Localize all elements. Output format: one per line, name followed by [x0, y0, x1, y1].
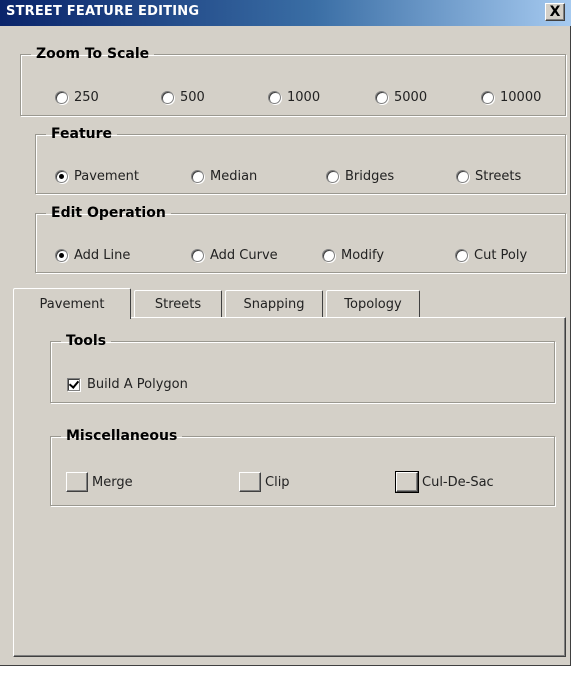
radio-indicator: [191, 170, 204, 183]
zoom-option-label: 5000: [394, 90, 428, 105]
window-title: STREET FEATURE EDITING: [6, 4, 200, 19]
zoom-option-250[interactable]: 250: [55, 90, 99, 105]
feature-option-label: Pavement: [74, 169, 139, 184]
title-bar[interactable]: STREET FEATURE EDITING X: [0, 0, 571, 26]
radio-indicator: [455, 249, 468, 262]
radio-indicator: [55, 249, 68, 262]
radio-indicator: [375, 91, 388, 104]
radio-indicator: [161, 91, 174, 104]
feature-group: Feature Pavement Median Bridges Streets: [35, 126, 566, 194]
miscellaneous-group: Miscellaneous Merge Clip Cul-De-Sac: [50, 428, 555, 506]
tools-legend: Tools: [66, 333, 107, 349]
edit-option-label: Modify: [341, 248, 385, 263]
tab-pavement[interactable]: Pavement: [13, 288, 131, 319]
zoom-option-500[interactable]: 500: [161, 90, 205, 105]
tab-label: Topology: [344, 296, 402, 312]
tools-group: Tools Build A Polygon: [50, 333, 555, 403]
close-button[interactable]: X: [545, 3, 565, 21]
zoom-to-scale-group: Zoom To Scale 250 500 1000 5000 10000: [20, 46, 566, 116]
feature-option-label: Bridges: [345, 169, 395, 184]
zoom-option-label: 500: [180, 90, 205, 105]
edit-option-label: Add Line: [74, 248, 131, 263]
tab-snapping[interactable]: Snapping: [225, 290, 323, 317]
checkbox-indicator: [67, 378, 80, 391]
radio-indicator: [191, 249, 204, 262]
zoom-to-scale-legend: Zoom To Scale: [36, 46, 150, 62]
zoom-option-1000[interactable]: 1000: [268, 90, 320, 105]
edit-option-add-curve[interactable]: Add Curve: [191, 248, 278, 263]
zoom-option-label: 250: [74, 90, 99, 105]
tab-topology[interactable]: Topology: [326, 290, 420, 317]
cul-de-sac-label: Cul-De-Sac: [422, 474, 494, 490]
zoom-option-label: 1000: [287, 90, 321, 105]
merge-button[interactable]: Merge: [66, 472, 133, 492]
street-feature-editing-window: STREET FEATURE EDITING X Zoom To Scale 2…: [0, 0, 571, 666]
feature-option-label: Streets: [475, 169, 522, 184]
feature-option-median[interactable]: Median: [191, 169, 257, 184]
feature-option-streets[interactable]: Streets: [456, 169, 521, 184]
edit-option-add-line[interactable]: Add Line: [55, 248, 130, 263]
build-polygon-checkbox[interactable]: Build A Polygon: [67, 377, 188, 392]
zoom-option-10000[interactable]: 10000: [481, 90, 541, 105]
tab-streets[interactable]: Streets: [134, 290, 222, 317]
feature-option-bridges[interactable]: Bridges: [326, 169, 394, 184]
radio-indicator: [55, 91, 68, 104]
cul-de-sac-button[interactable]: Cul-De-Sac: [395, 471, 494, 493]
zoom-option-5000[interactable]: 5000: [375, 90, 427, 105]
build-polygon-label: Build A Polygon: [87, 377, 188, 392]
edit-operation-group: Edit Operation Add Line Add Curve Modify…: [35, 205, 566, 273]
edit-option-modify[interactable]: Modify: [322, 248, 384, 263]
radio-indicator: [481, 91, 494, 104]
tab-label: Streets: [154, 296, 202, 312]
merge-label: Merge: [92, 474, 133, 490]
close-icon: X: [549, 4, 561, 20]
clip-button[interactable]: Clip: [239, 472, 290, 492]
feature-legend: Feature: [51, 126, 112, 142]
tab-label: Pavement: [39, 296, 105, 312]
radio-indicator: [326, 170, 339, 183]
miscellaneous-legend: Miscellaneous: [66, 428, 178, 444]
feature-option-pavement[interactable]: Pavement: [55, 169, 139, 184]
clip-label: Clip: [265, 474, 290, 490]
merge-button-face: [66, 472, 88, 492]
edit-option-cut-poly[interactable]: Cut Poly: [455, 248, 527, 263]
radio-indicator: [456, 170, 469, 183]
clip-button-face: [239, 472, 261, 492]
zoom-option-label: 10000: [500, 90, 542, 105]
feature-option-label: Median: [210, 169, 258, 184]
radio-indicator: [322, 249, 335, 262]
tab-label: Snapping: [243, 296, 305, 312]
edit-operation-legend: Edit Operation: [51, 205, 166, 221]
radio-indicator: [268, 91, 281, 104]
edit-option-label: Cut Poly: [474, 248, 528, 263]
radio-indicator: [55, 170, 68, 183]
edit-option-label: Add Curve: [210, 248, 278, 263]
cul-de-sac-button-face: [395, 471, 419, 493]
pavement-tab-panel: Tools Build A Polygon Miscellaneous Merg…: [13, 317, 566, 657]
